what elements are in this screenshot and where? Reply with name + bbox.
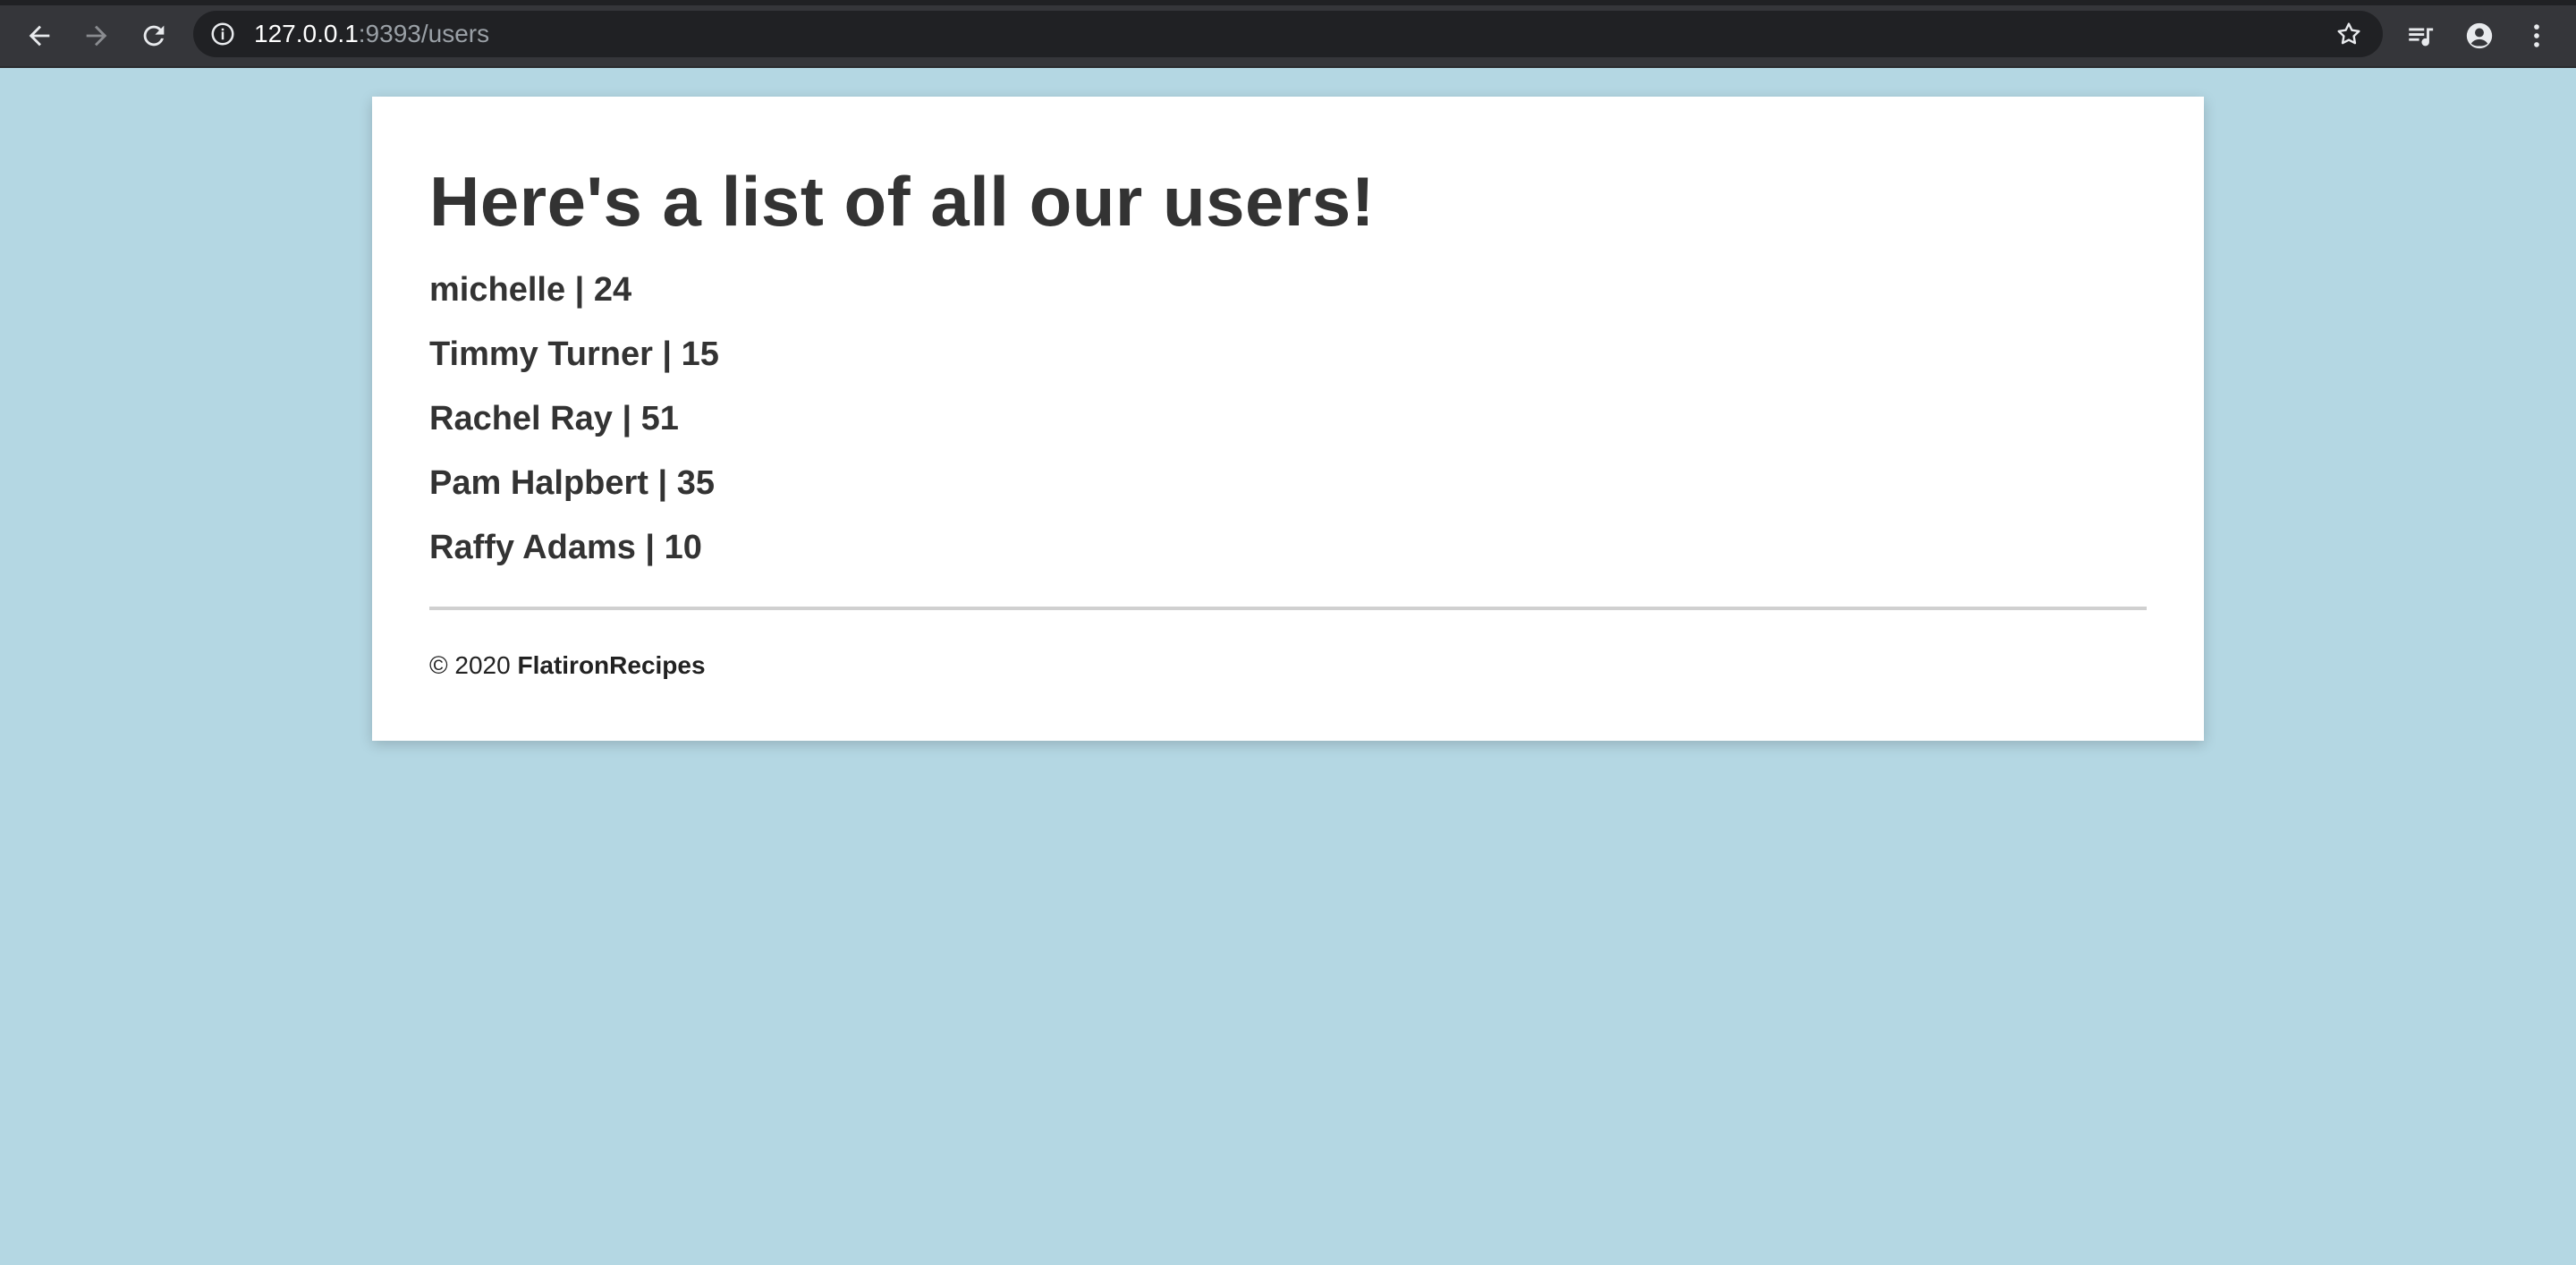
- browser-toolbar: 127.0.0.1:9393/users: [0, 0, 2576, 68]
- url-text[interactable]: 127.0.0.1:9393/users: [254, 11, 489, 57]
- footer-brand: FlatironRecipes: [517, 651, 706, 679]
- tab-strip-edge: [0, 0, 2576, 5]
- copyright-text: © 2020: [429, 651, 511, 679]
- playlist-icon: [2409, 28, 2434, 47]
- forward-button[interactable]: [79, 18, 114, 54]
- content-card: Here's a list of all our users! michelle…: [372, 97, 2204, 741]
- profile-button[interactable]: [2462, 18, 2497, 54]
- arrow-right-icon: [86, 25, 107, 47]
- page-title: Here's a list of all our users!: [429, 162, 1376, 241]
- user-list-item: Pam Halpbert | 35: [429, 464, 715, 502]
- user-list-item: Raffy Adams | 10: [429, 529, 702, 566]
- browser-menu-button[interactable]: [2519, 18, 2555, 54]
- reload-button[interactable]: [136, 18, 172, 54]
- media-control-button[interactable]: [2402, 18, 2438, 54]
- page-footer: © 2020 FlatironRecipes: [429, 651, 706, 680]
- account-circle-icon: [2466, 22, 2493, 49]
- user-list-item: Rachel Ray | 51: [429, 400, 679, 437]
- url-host: 127.0.0.1: [254, 20, 359, 47]
- footer-divider: [429, 607, 2147, 610]
- address-bar[interactable]: 127.0.0.1:9393/users: [193, 11, 2383, 57]
- user-list-item: Timmy Turner | 15: [429, 335, 719, 373]
- back-button[interactable]: [21, 18, 57, 54]
- url-path: :9393/users: [358, 20, 490, 47]
- more-vert-icon: [2534, 24, 2539, 47]
- user-list-item: michelle | 24: [429, 271, 632, 309]
- arrow-left-icon: [29, 25, 50, 47]
- reload-icon: [143, 25, 165, 47]
- info-icon[interactable]: [209, 21, 236, 47]
- bookmark-star-icon[interactable]: [2334, 20, 2363, 48]
- user-list: michelle | 24 Timmy Turner | 15 Rachel R…: [429, 260, 719, 582]
